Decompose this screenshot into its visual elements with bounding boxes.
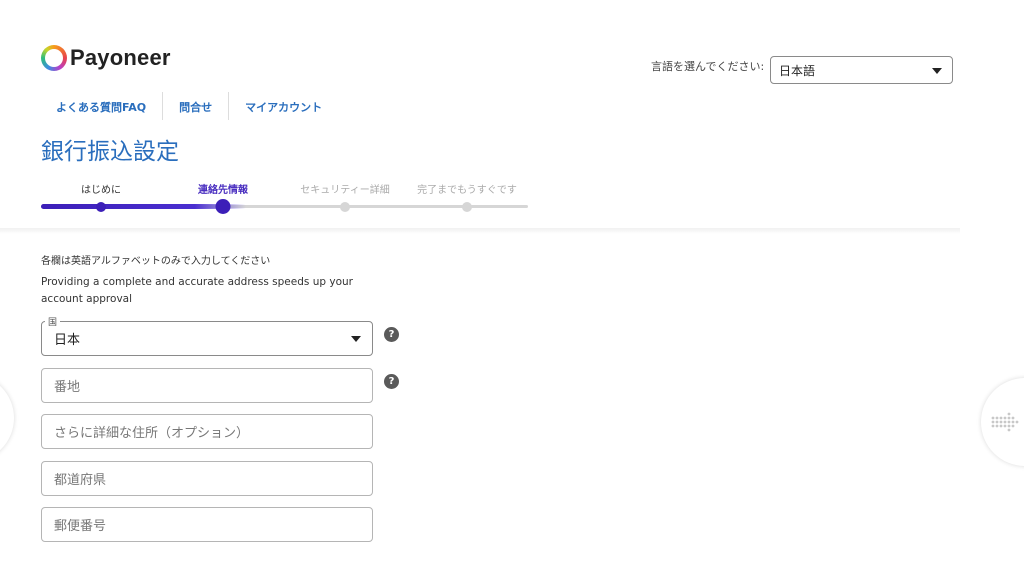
step-dot-contact bbox=[215, 199, 231, 214]
address-line1-input[interactable]: 番地 bbox=[41, 368, 373, 403]
language-select[interactable]: 日本語 bbox=[770, 56, 953, 84]
brand-name: Payoneer bbox=[70, 45, 171, 70]
prefecture-input[interactable]: 都道府県 bbox=[41, 461, 373, 496]
chevron-down-icon bbox=[351, 336, 361, 342]
address-help-icon[interactable]: ? bbox=[384, 374, 399, 389]
header-divider bbox=[0, 228, 960, 234]
language-selected-value: 日本語 bbox=[779, 63, 816, 78]
next-slide-button[interactable] bbox=[981, 378, 1024, 466]
step-label-security: セキュリティー詳細 bbox=[300, 185, 390, 196]
step-label-contact: 連絡先情報 bbox=[198, 185, 248, 196]
address-line1-placeholder: 番地 bbox=[54, 380, 81, 395]
alphabet-only-note: 各欄は英語アルファベットのみで入力してください bbox=[41, 256, 271, 267]
language-label: 言語を選んでください: bbox=[651, 60, 765, 73]
payoneer-ring-icon bbox=[41, 45, 67, 71]
previous-slide-button[interactable] bbox=[0, 374, 14, 462]
country-field-label: 国 bbox=[45, 315, 61, 328]
dotted-arrow-right-icon bbox=[991, 412, 1019, 432]
address-line2-input[interactable]: さらに詳細な住所（オプション） bbox=[41, 414, 373, 449]
nav-faq-link[interactable]: よくある質問FAQ bbox=[41, 92, 164, 120]
address-line2-placeholder: さらに詳細な住所（オプション） bbox=[54, 426, 250, 441]
top-nav: よくある質問FAQ 問合せ マイアカウント bbox=[41, 92, 338, 120]
step-label-almost-done: 完了までもうすぐです bbox=[417, 185, 517, 196]
progress-steps: はじめに 連絡先情報 セキュリティー詳細 完了までもうすぐです bbox=[41, 178, 528, 218]
country-help-icon[interactable]: ? bbox=[384, 327, 399, 342]
payoneer-logo[interactable]: Payoneer bbox=[41, 45, 171, 71]
step-dot-security bbox=[340, 202, 350, 212]
nav-contact-link[interactable]: 問合せ bbox=[163, 92, 230, 120]
step-dot-intro bbox=[96, 202, 106, 212]
postal-code-input[interactable]: 郵便番号 bbox=[41, 507, 373, 542]
country-selected-value: 日本 bbox=[54, 333, 81, 348]
postal-code-placeholder: 郵便番号 bbox=[54, 519, 107, 534]
chevron-down-icon bbox=[932, 68, 942, 74]
address-info-text: Providing a complete and accurate addres… bbox=[41, 276, 353, 305]
country-select[interactable]: 日本 bbox=[41, 321, 373, 356]
nav-my-account-link[interactable]: マイアカウント bbox=[229, 92, 338, 120]
step-dot-almost-done bbox=[462, 202, 472, 212]
page-title: 銀行振込設定 bbox=[41, 139, 179, 165]
prefecture-placeholder: 都道府県 bbox=[54, 473, 107, 488]
page: Payoneer 言語を選んでください: 日本語 よくある質問FAQ 問合せ マ… bbox=[0, 0, 1024, 576]
step-label-intro: はじめに bbox=[81, 185, 121, 196]
